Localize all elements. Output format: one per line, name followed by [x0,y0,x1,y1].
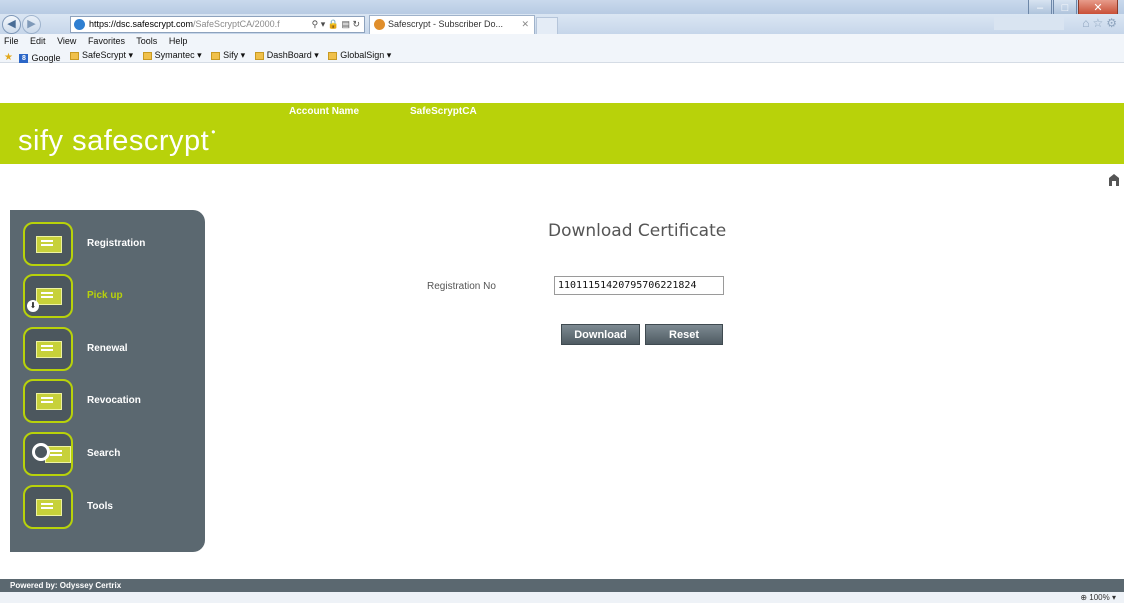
sidebar-item-registration[interactable]: Registration [23,222,203,266]
tab-title: Safescrypt - Subscriber Do... [388,19,504,29]
browser-nav-row: ◀ ▶ https://dsc.safescrypt.com/SafeScryp… [0,14,1124,34]
address-bar[interactable]: https://dsc.safescrypt.com/SafeScryptCA/… [70,16,365,33]
fav-globalsign[interactable]: GlobalSign ▾ [328,48,391,63]
menu-favorites[interactable]: Favorites [88,36,125,46]
account-name-label: Account Name [289,106,360,117]
sidebar-item-label: Search [87,448,121,459]
new-tab-button[interactable] [536,17,558,34]
back-icon[interactable]: ◀ [2,15,21,34]
sidebar-item-label: Registration [87,238,146,249]
sidebar-item-label: Pick up [87,290,123,301]
download-button[interactable]: Download [561,324,640,345]
folder-icon [142,51,152,60]
reset-button[interactable]: Reset [645,324,723,345]
search-icon [23,432,73,476]
brand-header: sify safescrypt • Account Name SafeScrypt… [0,103,1124,164]
account-name-value: SafeScryptCA [410,106,477,117]
sidebar: Registration ⬇ Pick up Renewal Revocatio… [10,210,205,552]
registration-icon [23,222,73,266]
sify-safescrypt-logo: sify safescrypt • [18,125,216,157]
revocation-icon [23,379,73,423]
folder-icon [211,51,221,60]
fav-dashboard[interactable]: DashBoard ▾ [254,48,319,63]
forward-icon[interactable]: ▶ [22,15,41,34]
folder-icon [254,51,264,60]
toolbar-icons[interactable]: ⌂☆⚙ [1082,16,1120,30]
sidebar-item-label: Revocation [87,395,141,406]
menu-edit[interactable]: Edit [30,36,46,46]
status-bar: ⊕ 100% ▾ [0,592,1124,603]
favorites-bar: ★ 8 Google SafeScrypt ▾ Symantec ▾ Sify ▾… [0,48,1124,63]
fav-google[interactable]: 8 Google [19,51,61,66]
fav-sify[interactable]: Sify ▾ [211,48,245,63]
folder-icon [328,51,338,60]
menu-tools[interactable]: Tools [136,36,157,46]
sidebar-item-pickup[interactable]: ⬇ Pick up [23,274,203,318]
tab-close-icon[interactable]: ✕ [521,16,529,33]
favorites-star-icon[interactable]: ★ [4,52,13,63]
footer-powered-by: Powered by: Odyssey Certrix [0,579,1124,592]
sidebar-item-tools[interactable]: Tools [23,485,203,529]
browser-tab[interactable]: Safescrypt - Subscriber Do... ✕ [369,15,535,34]
favorites-star-icon[interactable]: ☆ [1092,16,1106,30]
site-icon [74,19,85,30]
menu-view[interactable]: View [57,36,76,46]
zoom-level[interactable]: ⊕ 100% ▾ [1080,592,1116,603]
address-tools-icon[interactable]: ⚲ ▾ 🔒 ▤ ↻ [312,17,360,32]
google-icon: 8 [19,53,29,63]
tab-favicon-icon [374,19,385,30]
folder-icon [70,51,80,60]
fav-symantec[interactable]: Symantec ▾ [142,48,202,63]
pickup-icon: ⬇ [23,274,73,318]
sidebar-item-label: Tools [87,501,113,512]
address-path: /SafeScryptCA/2000.f [193,19,280,29]
home-icon[interactable] [1109,174,1119,186]
page-title: Download Certificate [548,221,727,241]
menu-help[interactable]: Help [169,36,188,46]
sidebar-item-renewal[interactable]: Renewal [23,327,203,371]
sidebar-item-search[interactable]: Search [23,432,203,476]
menu-file[interactable]: File [4,36,19,46]
settings-gear-icon[interactable]: ⚙ [1106,16,1120,30]
sidebar-item-label: Renewal [87,343,128,354]
sidebar-item-revocation[interactable]: Revocation [23,379,203,423]
registration-no-label: Registration No [427,281,496,292]
menu-bar: File Edit View Favorites Tools Help [0,34,1124,48]
home-toolbar-icon[interactable]: ⌂ [1082,16,1092,30]
address-host: https://dsc.safescrypt.com [89,19,194,29]
tools-icon [23,485,73,529]
window-titlebar: – □ ✕ [0,0,1124,17]
fav-safescrypt[interactable]: SafeScrypt ▾ [70,48,133,63]
registration-no-input[interactable] [554,276,724,295]
renewal-icon [23,327,73,371]
search-box[interactable] [994,17,1064,30]
